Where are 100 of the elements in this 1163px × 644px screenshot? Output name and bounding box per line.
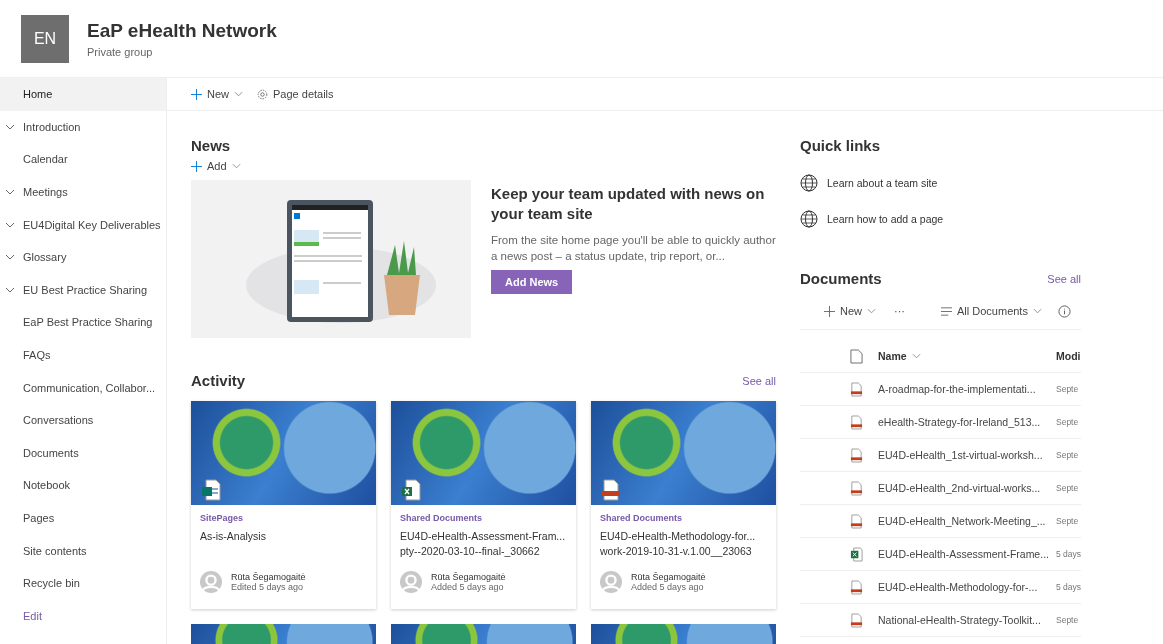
chevron-down-icon — [911, 353, 921, 359]
document-name[interactable]: EU4D-eHealth-Methodology-for-... — [878, 581, 1056, 593]
activity-time: Edited 5 days ago — [231, 582, 305, 592]
new-button[interactable]: New — [189, 86, 245, 102]
nav-item[interactable]: Notebook — [0, 469, 166, 502]
nav-item[interactable]: Documents — [0, 436, 166, 470]
new-document-button[interactable]: New — [822, 303, 878, 319]
card-source: Shared Documents — [400, 513, 484, 523]
news-headline: Keep your team updated with news on your team site — [491, 184, 766, 224]
quick-links-heading: Quick links — [800, 137, 882, 154]
pdf-file-icon — [850, 612, 863, 628]
chevron-icon[interactable] — [5, 286, 15, 293]
avatar-icon — [600, 571, 622, 593]
nav-item[interactable]: Calendar — [0, 143, 166, 176]
excel-file-icon — [401, 479, 421, 501]
nav-item[interactable]: Communication, Collabor... — [0, 371, 166, 404]
modified-date: Septe — [1056, 615, 1079, 625]
site-logo: EN — [21, 14, 69, 63]
pdf-file-icon — [601, 479, 621, 501]
column-header[interactable]: Modi — [1056, 350, 1081, 362]
column-header[interactable]: Name — [878, 350, 1056, 362]
pdf-file-icon — [850, 414, 863, 430]
see-all-link[interactable]: See all — [742, 374, 776, 387]
chevron-down-icon — [234, 91, 243, 97]
quick-link[interactable]: Learn about a team site — [800, 172, 1081, 194]
plus-icon — [191, 88, 202, 100]
chevron-icon[interactable] — [5, 221, 15, 228]
nav-item[interactable]: Home — [0, 78, 166, 111]
nav-item[interactable]: FAQs — [0, 338, 166, 372]
nav-item[interactable]: EU4Digital Key Deliverables — [0, 208, 166, 241]
modified-date: Septe — [1056, 483, 1079, 493]
modified-date: Septe — [1056, 450, 1079, 460]
news-description: From the site home page you'll be able to quickly author a news post – a status update, trip report, or... — [491, 233, 776, 264]
modified-date: 5 days — [1055, 582, 1081, 592]
sharepoint-file-icon — [201, 479, 221, 501]
modified-date: Septe — [1056, 417, 1079, 427]
modified-date: Septe — [1056, 384, 1079, 394]
site-title[interactable]: EaP eHealth Network — [87, 19, 277, 42]
nav-item[interactable]: Meetings — [0, 175, 166, 209]
info-icon[interactable] — [1057, 304, 1071, 318]
document-name[interactable]: EU4D-eHealth-Assessment-Frame... — [878, 548, 1056, 560]
chevron-icon[interactable] — [5, 189, 15, 196]
modified-date: Septe — [1056, 516, 1079, 526]
document-name[interactable]: National-eHealth-Strategy-Toolkit... — [878, 614, 1056, 626]
list-view-icon — [941, 305, 952, 317]
file-type-icon — [850, 348, 863, 364]
globe-icon — [800, 174, 818, 192]
nav-item[interactable]: Conversations — [0, 403, 166, 437]
site-subtitle: Private group — [87, 45, 154, 58]
card-source: SitePages — [200, 513, 245, 523]
author-name: Rūta Šegamogaitė — [431, 572, 506, 582]
activity-card[interactable]: Shared Documents EU4D-eHealth-Assessment-Fram... pty--2020-03-10--final-_30662 Rūta Šegamogaitė Added 5 days ago — [391, 401, 576, 609]
pdf-file-icon — [850, 447, 863, 463]
page-details-button[interactable]: Page details — [255, 86, 336, 102]
nav-item[interactable]: Recycle bin — [0, 566, 166, 600]
chevron-down-icon — [231, 163, 241, 169]
more-button[interactable]: ··· — [892, 303, 907, 319]
document-name[interactable]: A-roadmap-for-the-implementati... — [878, 383, 1056, 395]
avatar-icon — [200, 571, 222, 593]
excel-file-icon — [850, 546, 863, 562]
activity-time: Added 5 days ago — [631, 582, 705, 592]
author-name: Rūta Šegamogaitė — [631, 572, 706, 582]
pdf-file-icon — [850, 513, 863, 529]
pdf-file-icon — [850, 381, 863, 397]
card-title: EU4D-eHealth-Assessment-Fram... pty--2020-03-10--final-_30662 — [400, 529, 567, 559]
document-name[interactable]: EU4D-eHealth_Network-Meeting_... — [878, 515, 1056, 527]
edit-link[interactable]: Edit — [0, 609, 166, 622]
view-selector[interactable]: All Documents — [939, 303, 1044, 319]
document-name[interactable]: EU4D-eHealth_2nd-virtual-works... — [878, 482, 1056, 494]
avatar-icon — [400, 571, 422, 593]
document-name[interactable]: EU4D-eHealth_1st-virtual-worksh... — [878, 449, 1056, 461]
chevron-icon[interactable] — [5, 254, 15, 261]
document-name[interactable]: eHealth-Strategy-for-Ireland_513... — [878, 416, 1056, 428]
activity-card[interactable]: Shared Documents EU4D-eHealth-Methodology-for... work-2019-10-31-v.1.00__23063 Rūta Šegamogaitė Added 5 days ago — [591, 401, 776, 609]
globe-icon — [800, 210, 818, 228]
chevron-down-icon — [1032, 308, 1042, 314]
plus-icon — [191, 160, 202, 172]
activity-heading: Activity — [191, 372, 246, 389]
see-all-link[interactable]: See all — [1047, 272, 1081, 285]
card-title: As-is-Analysis — [200, 529, 267, 544]
modified-date: 5 days — [1055, 549, 1081, 559]
gear-icon — [257, 88, 268, 100]
nav-item[interactable]: EU Best Practice Sharing — [0, 273, 166, 307]
add-news-menu[interactable]: Add — [189, 158, 243, 174]
author-name: Rūta Šegamogaitė — [231, 572, 306, 582]
card-source: Shared Documents — [600, 513, 684, 523]
chevron-icon[interactable] — [5, 123, 15, 130]
nav-item[interactable]: EaP Best Practice Sharing — [0, 306, 166, 339]
nav-item[interactable]: Pages — [0, 501, 166, 535]
activity-card[interactable]: SitePages As-is-Analysis Rūta Šegamogaitė Edited 5 days ago — [191, 401, 376, 609]
quick-link[interactable]: Learn how to add a page — [800, 208, 1081, 230]
chevron-down-icon — [867, 308, 876, 314]
nav-item[interactable]: Introduction — [0, 110, 166, 144]
nav-item[interactable]: Site contents — [0, 534, 166, 567]
add-news-button[interactable]: Add News — [491, 270, 573, 294]
nav-item[interactable]: Glossary — [0, 240, 166, 274]
activity-time: Added 5 days ago — [431, 582, 505, 592]
documents-heading: Documents — [800, 270, 882, 287]
news-heading: News — [191, 137, 232, 154]
pdf-file-icon — [850, 579, 863, 595]
